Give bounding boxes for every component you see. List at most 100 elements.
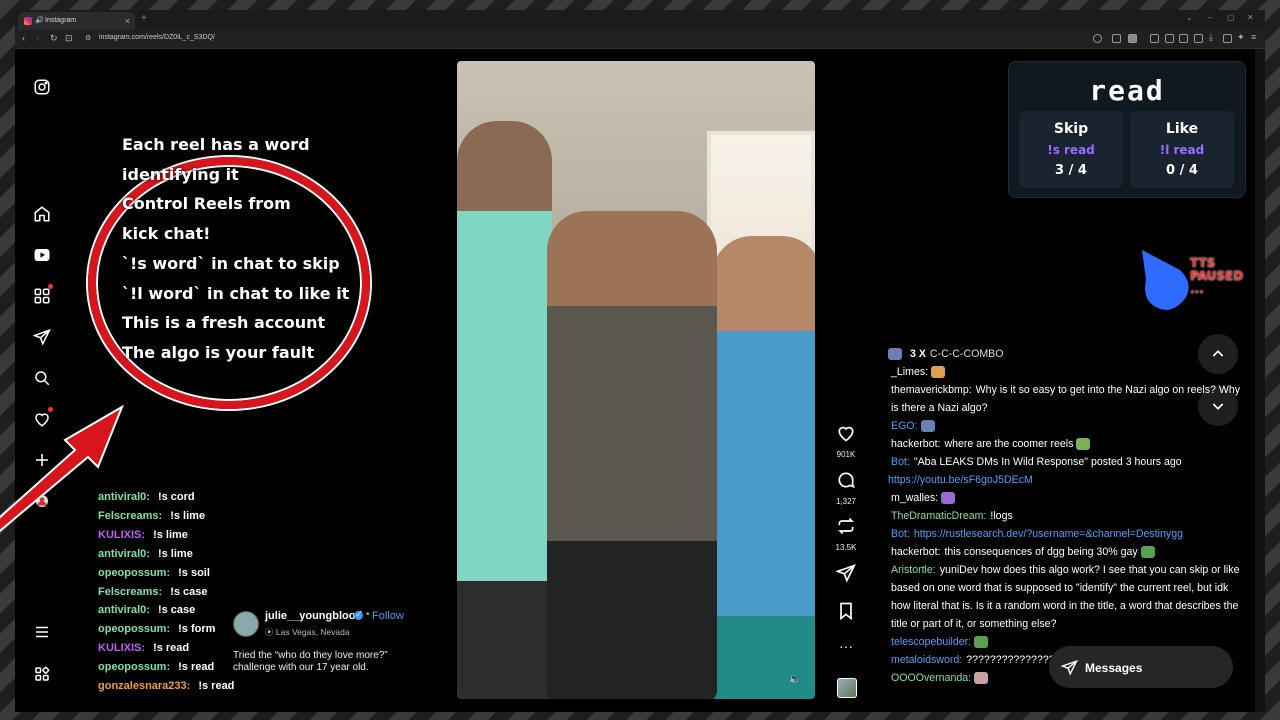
chat-username[interactable]: m_walles:	[891, 492, 938, 504]
download-icon[interactable]: ⤓	[1209, 32, 1218, 42]
chat-text: !s case	[157, 604, 196, 617]
tab-close-icon[interactable]: ×	[125, 12, 130, 30]
direct-icon[interactable]	[32, 327, 52, 347]
chat-username[interactable]: TheDramaticDream:	[891, 510, 986, 522]
person-image	[457, 121, 552, 699]
chat-username[interactable]: Bot:	[891, 456, 910, 468]
close-window-icon[interactable]: ✕	[1247, 13, 1254, 22]
emote-icon	[974, 636, 989, 649]
instagram-favicon-icon	[24, 17, 32, 25]
audio-icon[interactable]: 🔈	[789, 674, 801, 685]
chevron-down-icon[interactable]: ⌄	[1186, 13, 1193, 22]
menu-icon[interactable]: ≡	[1251, 32, 1260, 42]
site-settings-icon[interactable]: ⚙	[85, 34, 91, 42]
comment-count: 1,327	[835, 497, 857, 506]
like-command: !l read	[1159, 143, 1205, 157]
url-field[interactable]: instagram.com/reels/DZ0iL_c_S3DQ/	[99, 34, 215, 41]
ai-icon[interactable]: ✦	[1237, 32, 1246, 42]
home-icon[interactable]	[32, 204, 52, 224]
chat-text: !s read	[198, 680, 235, 693]
maximize-icon[interactable]: ▢	[1227, 13, 1235, 22]
reel-username[interactable]: julie__youngblood	[265, 610, 362, 622]
comment-icon	[838, 472, 855, 489]
chat-username[interactable]: Bot:	[891, 528, 910, 540]
chat-username[interactable]: 3 X	[910, 348, 926, 360]
chat-username[interactable]: hackerbot:	[891, 546, 940, 558]
more-options-icon[interactable]: ···	[834, 638, 858, 654]
reel-video[interactable]: 🔈	[457, 61, 815, 699]
extension-icon[interactable]	[1150, 34, 1159, 43]
emote-icon	[974, 672, 989, 685]
chat-message: m_walles:	[888, 489, 1244, 507]
reel-location[interactable]: ⦿ Las Vegas, Nevada	[265, 626, 350, 638]
chat-message: hackerbot: this consequences of dgg being…	[888, 543, 1244, 561]
reload-icon[interactable]: ↻	[50, 33, 58, 44]
reels-icon[interactable]	[32, 245, 52, 265]
explore-icon[interactable]	[32, 284, 53, 306]
like-count-vote: 0 / 4	[1166, 163, 1198, 178]
chat-text[interactable]: https://rustlesearch.dev/?username=&chan…	[914, 528, 1183, 540]
chat-text[interactable]: https://youtu.be/sF6goJ5DEcM	[888, 474, 1033, 486]
chat-username: opeopossum:	[98, 661, 171, 674]
zoom-icon[interactable]	[1093, 34, 1102, 43]
chat-username: antiviral0:	[98, 604, 150, 617]
share-button[interactable]	[834, 563, 858, 588]
chat-username[interactable]: Aristortle:	[891, 564, 936, 576]
instruction-line: This is a fresh account	[122, 313, 326, 333]
screen-icon[interactable]	[1112, 34, 1121, 43]
chat-text: !s form	[178, 623, 216, 636]
skip-label: Skip	[1053, 121, 1089, 137]
search-icon[interactable]	[32, 368, 52, 388]
reel-caption[interactable]: Tried the “who do they love more?” chall…	[233, 650, 433, 674]
chat-message: Felscreams: !s lime	[98, 507, 234, 526]
chat-username[interactable]: hackerbot:	[891, 438, 940, 450]
back-icon[interactable]: ‹	[22, 33, 25, 43]
gallery-icon[interactable]	[1194, 34, 1203, 43]
chat-username[interactable]: _Limes:	[891, 366, 928, 378]
sidebar-icon[interactable]	[1179, 34, 1188, 43]
instruction-line: The algo is your fault	[122, 342, 315, 362]
chat-username: Felscreams:	[98, 585, 163, 598]
instagram-logo-icon[interactable]	[32, 77, 52, 97]
bookmark-icon[interactable]: ⊡	[65, 33, 73, 44]
like-label: Like	[1165, 121, 1199, 137]
chat-text: yuniDev how does this algo work? I see t…	[891, 564, 1240, 630]
wallet-icon[interactable]	[1165, 34, 1174, 43]
chat-text: !s soil	[178, 566, 210, 579]
messages-label: Messages	[1085, 661, 1143, 675]
chat-username: KULIXIS:	[98, 528, 146, 541]
forward-icon[interactable]: ›	[36, 33, 39, 43]
bookmark-icon	[840, 602, 852, 621]
repost-button[interactable]: 13.5K	[834, 516, 858, 552]
tts-status: TTS PAUSED ...	[1190, 257, 1243, 296]
shield-icon[interactable]	[1128, 34, 1137, 43]
more-menu-icon[interactable]	[32, 622, 52, 642]
emote-icon	[931, 366, 946, 379]
chat-username: opeopossum:	[98, 566, 171, 579]
chat-username[interactable]: OOOOvernanda:	[891, 672, 971, 684]
also-from-meta-icon[interactable]	[32, 664, 52, 684]
tab-title: Instagram	[45, 17, 77, 24]
chat-username[interactable]: EGO:	[891, 420, 918, 432]
follow-button[interactable]: Follow	[372, 610, 404, 622]
stream-chat-overlay: 3 X C-C-C-COMBO _Limes: themaverickbmp: Why …	[888, 345, 1244, 687]
new-tab-icon[interactable]: +	[141, 13, 147, 24]
chat-message: Aristortle: yuniDev how does this algo wo…	[888, 561, 1244, 633]
comment-button[interactable]: 1,327	[834, 470, 858, 506]
chat-message: opeopossum: !s read	[98, 658, 234, 677]
chat-username[interactable]: metaloidsword:	[891, 654, 962, 666]
like-button[interactable]: 901K	[834, 423, 858, 459]
chat-message: antiviral0: !s case	[98, 601, 234, 620]
messages-button[interactable]: Messages	[1049, 646, 1233, 688]
audio-thumbnail[interactable]	[837, 678, 857, 698]
speaker-icon[interactable]: 🔊	[35, 12, 44, 30]
tab-instagram[interactable]: 🔊 Instagram ×	[18, 12, 135, 30]
chat-username: antiviral0:	[98, 547, 150, 560]
chat-username[interactable]: telescopebuilder:	[891, 636, 971, 648]
avatar[interactable]	[233, 611, 259, 637]
chat-username[interactable]: themaverickbmp:	[891, 384, 972, 396]
share-icon[interactable]	[1223, 34, 1232, 43]
save-button[interactable]	[834, 601, 858, 626]
emote-icon	[1140, 546, 1155, 559]
minimize-icon[interactable]: –	[1208, 13, 1212, 22]
